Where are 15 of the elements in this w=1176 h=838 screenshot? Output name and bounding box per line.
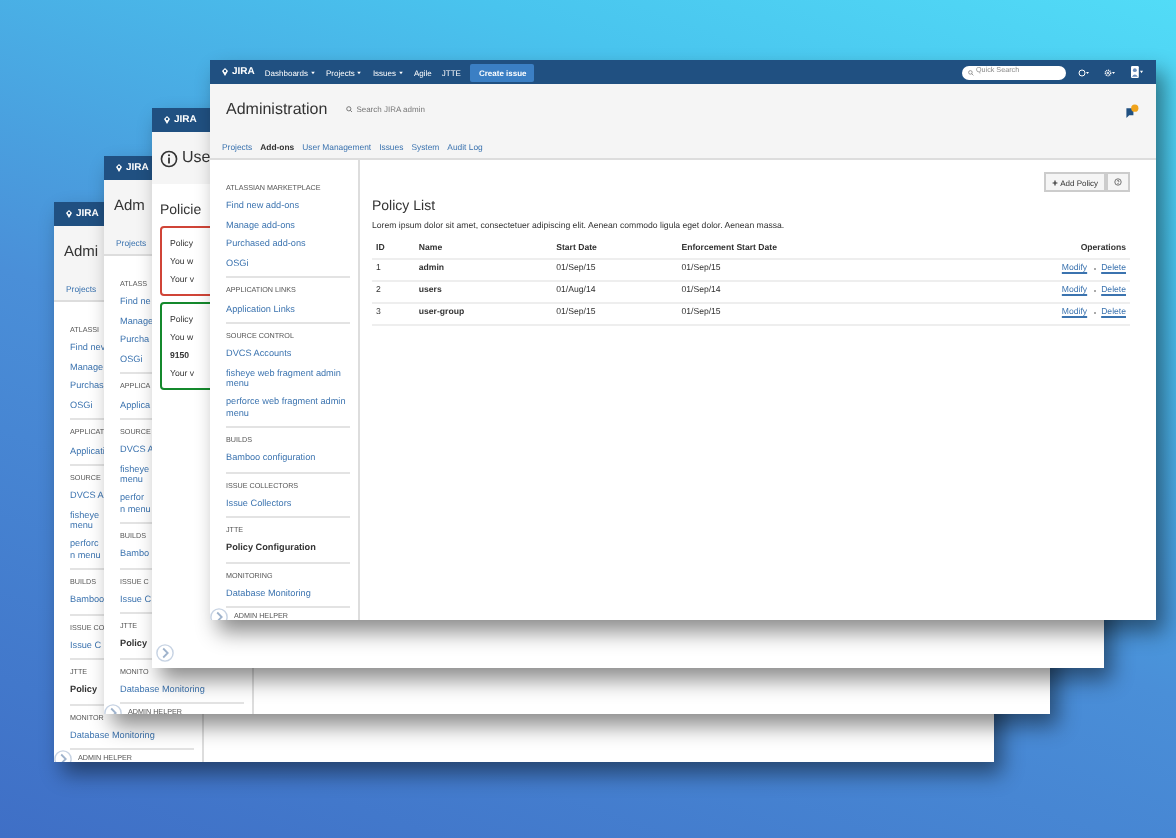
logo-icon — [220, 66, 230, 78]
logo-icon — [162, 114, 172, 126]
user-icon[interactable] — [1128, 66, 1146, 78]
logo-icon — [114, 162, 124, 174]
search-icon — [345, 106, 353, 114]
search-icon — [968, 69, 974, 75]
page-title: Administration — [226, 100, 328, 120]
logo-icon — [64, 208, 74, 220]
info-icon — [160, 149, 178, 167]
help-icon[interactable] — [1076, 67, 1092, 77]
notification-icon — [1124, 103, 1140, 117]
help-button[interactable] — [1106, 172, 1130, 192]
help-icon — [1114, 178, 1122, 186]
page-title: Use — [182, 148, 211, 168]
plus-icon — [1052, 179, 1059, 185]
